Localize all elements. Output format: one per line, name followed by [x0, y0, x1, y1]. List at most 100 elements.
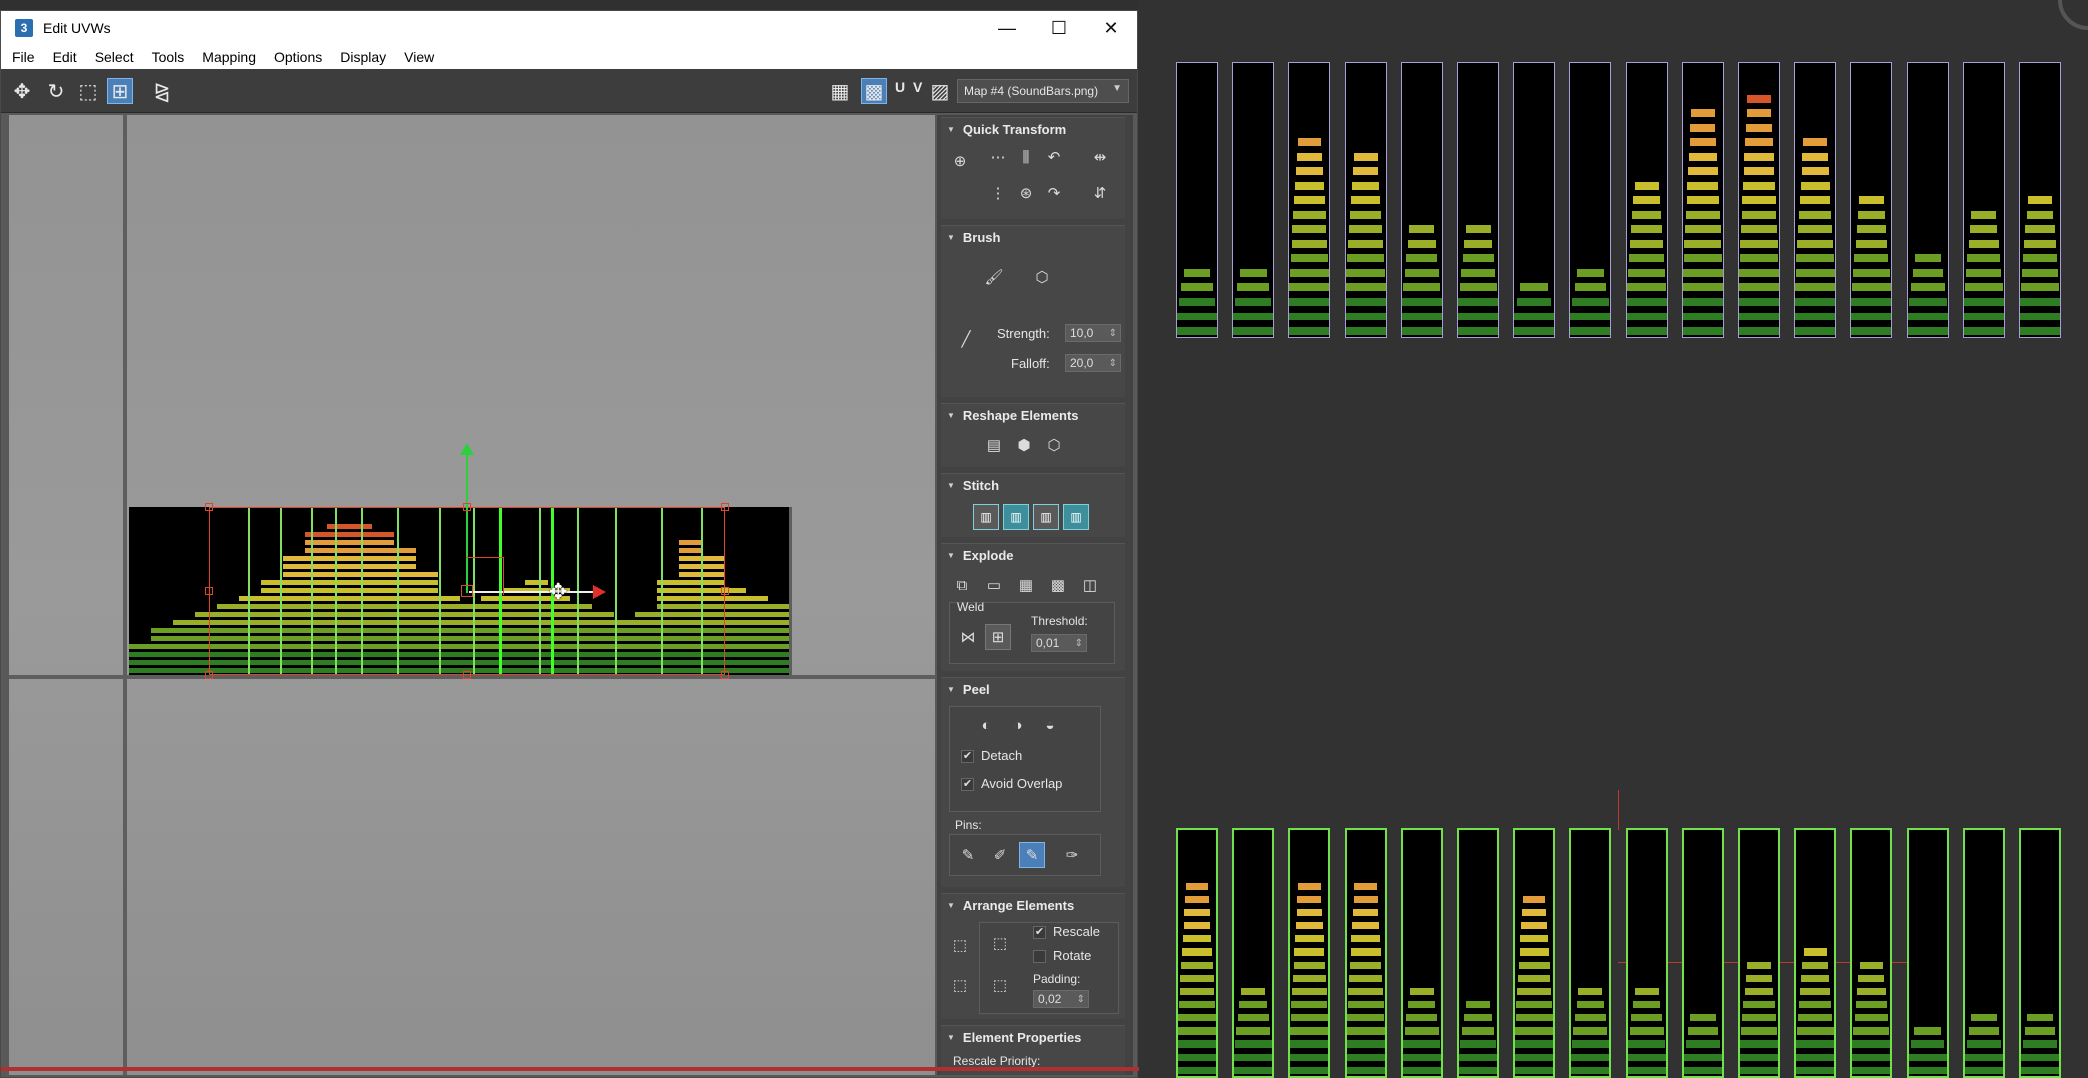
menu-display[interactable]: Display — [333, 49, 393, 65]
pack-rescale-icon[interactable]: ⬚ — [987, 972, 1013, 998]
mirror-icon[interactable]: ⧎ — [149, 78, 175, 104]
detach-checkbox[interactable]: ✔ — [961, 750, 974, 763]
gizmo-x-arrow-icon[interactable] — [593, 585, 606, 599]
uv-label[interactable]: U V — [895, 79, 924, 95]
scale-icon[interactable]: ⬚ — [75, 78, 101, 104]
selection-handle[interactable] — [721, 503, 729, 511]
rescale-priority-label: Rescale Priority: — [953, 1054, 1041, 1068]
strength-spinner[interactable]: 10,0 — [1065, 324, 1121, 342]
bar-segment — [1403, 283, 1441, 292]
stitch-custom-icon[interactable]: ▥ — [973, 504, 999, 530]
3d-viewport[interactable] — [1138, 0, 2088, 1078]
checker-pattern-icon[interactable]: ▩ — [861, 78, 887, 104]
selection-handle[interactable] — [721, 587, 729, 595]
stitch-to-average-icon[interactable]: ▥ — [1033, 504, 1059, 530]
map-selector[interactable]: Map #4 (SoundBars.png) ▼ — [957, 79, 1129, 103]
selection-handle[interactable] — [205, 671, 213, 679]
selection-handle[interactable] — [721, 671, 729, 679]
break-icon[interactable]: ⧉ — [949, 572, 975, 598]
title-bar[interactable]: 3 Edit UVWs — ☐ ✕ — [1, 11, 1137, 45]
rotate-icon[interactable]: ↻ — [43, 78, 69, 104]
selection-handle[interactable] — [463, 671, 471, 679]
unpin-icon[interactable]: ✐ — [987, 842, 1013, 868]
menu-file[interactable]: File — [5, 49, 42, 65]
selection-handle[interactable] — [463, 503, 471, 511]
bar-segment — [1685, 210, 1720, 219]
auto-pin-icon[interactable]: ✎ — [1019, 842, 1045, 868]
freeform-icon[interactable]: ⊞ — [107, 78, 133, 104]
pack-together-icon[interactable]: ⬚ — [947, 972, 973, 998]
flatten-by-material-icon[interactable]: ◫ — [1077, 572, 1103, 598]
rollout-header[interactable]: ▼ Stitch — [941, 474, 1125, 496]
menu-view[interactable]: View — [397, 49, 441, 65]
rollout-header[interactable]: ▼ Element Properties — [941, 1026, 1125, 1048]
weld-all-icon[interactable]: ⊞ — [985, 624, 1011, 650]
move-icon[interactable]: ✥ — [9, 78, 35, 104]
pack-custom-icon[interactable]: ⬚ — [947, 932, 973, 958]
bar-segment — [1353, 152, 1378, 161]
quick-peel-icon[interactable]: ◐ — [973, 712, 999, 738]
bar-segment — [1629, 1027, 1664, 1035]
paint-move-icon[interactable]: 🖌 — [981, 264, 1007, 290]
menu-select[interactable]: Select — [88, 49, 141, 65]
detach-edge-icon[interactable]: ▭ — [981, 572, 1007, 598]
uv-canvas[interactable]: ✥ — [9, 115, 935, 1075]
gizmo-center[interactable] — [461, 585, 473, 597]
gizmo-y-arrow-icon[interactable] — [460, 443, 474, 455]
rollout-header[interactable]: ▼ Reshape Elements — [941, 404, 1125, 426]
relax-settings-icon[interactable]: ⬡ — [1041, 432, 1067, 458]
rescale-checkbox[interactable]: ✔ — [1033, 926, 1046, 939]
rollout-header[interactable]: ▼ Arrange Elements — [941, 894, 1125, 916]
rollout-header[interactable]: ▼ Quick Transform — [941, 118, 1125, 140]
rotate-minus-90-icon[interactable]: ↷ — [1041, 180, 1067, 206]
flatten-by-polygon-icon[interactable]: ▦ — [1013, 572, 1039, 598]
align-horizontal-icon[interactable]: ⋯ — [985, 144, 1011, 170]
close-button[interactable]: ✕ — [1085, 11, 1137, 45]
align-vertical-plus-icon[interactable]: ⋮ — [985, 180, 1011, 206]
space-vertical-icon[interactable]: ⇵ — [1087, 180, 1113, 206]
peel-mode-icon[interactable]: ◑ — [1005, 712, 1031, 738]
sound-bar — [2019, 828, 2061, 1078]
align-vertical-icon[interactable]: ⫼ — [1013, 144, 1039, 170]
brush-line-icon[interactable]: ╱ — [953, 326, 979, 352]
weld-selected-icon[interactable]: ⋈ — [955, 624, 981, 650]
texture-segment — [173, 668, 196, 673]
menu-tools[interactable]: Tools — [145, 49, 192, 65]
rotate-90-icon[interactable]: ↶ — [1041, 144, 1067, 170]
texture-segment — [129, 644, 152, 649]
bar-segment — [1402, 1066, 1441, 1074]
minimize-button[interactable]: — — [981, 11, 1033, 45]
pin-icon[interactable]: ✎ — [955, 842, 981, 868]
select-pins-icon[interactable]: ✑ — [1059, 842, 1085, 868]
menu-options[interactable]: Options — [267, 49, 329, 65]
threshold-spinner[interactable]: 0,01 — [1031, 634, 1087, 652]
pack-normalize-icon[interactable]: ⬚ — [987, 930, 1013, 956]
rotate-label: Rotate — [1053, 948, 1092, 963]
viewcube-icon[interactable] — [2058, 0, 2088, 30]
pivot-icon[interactable]: ⊕ — [947, 148, 973, 174]
rollout-header[interactable]: ▼ Peel — [941, 678, 1125, 700]
rollout-header[interactable]: ▼ Brush — [941, 226, 1125, 248]
menu-edit[interactable]: Edit — [46, 49, 84, 65]
align-to-grid-icon[interactable]: ⊛ — [1013, 180, 1039, 206]
selection-handle[interactable] — [205, 587, 213, 595]
rollout-header[interactable]: ▼ Explode — [941, 544, 1125, 566]
flatten-by-smoothing-icon[interactable]: ▩ — [1045, 572, 1071, 598]
relax-icon[interactable]: ⬢ — [1011, 432, 1037, 458]
avoid-overlap-checkbox[interactable]: ✔ — [961, 778, 974, 791]
relax-brush-icon[interactable]: ⬡ — [1029, 264, 1055, 290]
rotate-checkbox[interactable] — [1033, 950, 1046, 963]
stitch-to-target-icon[interactable]: ▥ — [1003, 504, 1029, 530]
bar-segment — [1292, 987, 1327, 996]
stitch-to-source-icon[interactable]: ▥ — [1063, 504, 1089, 530]
menu-mapping[interactable]: Mapping — [195, 49, 263, 65]
space-horizontal-icon[interactable]: ⇹ — [1087, 144, 1113, 170]
texture-checker-icon[interactable]: ▨ — [927, 78, 953, 104]
padding-spinner[interactable]: 0,02 — [1033, 990, 1089, 1008]
straighten-icon[interactable]: ▤ — [981, 432, 1007, 458]
maximize-button[interactable]: ☐ — [1033, 11, 1085, 45]
selection-handle[interactable] — [205, 503, 213, 511]
reset-peel-icon[interactable]: ◒ — [1037, 712, 1063, 738]
checker-grid-icon[interactable]: ▦ — [827, 78, 853, 104]
falloff-spinner[interactable]: 20,0 — [1065, 354, 1121, 372]
